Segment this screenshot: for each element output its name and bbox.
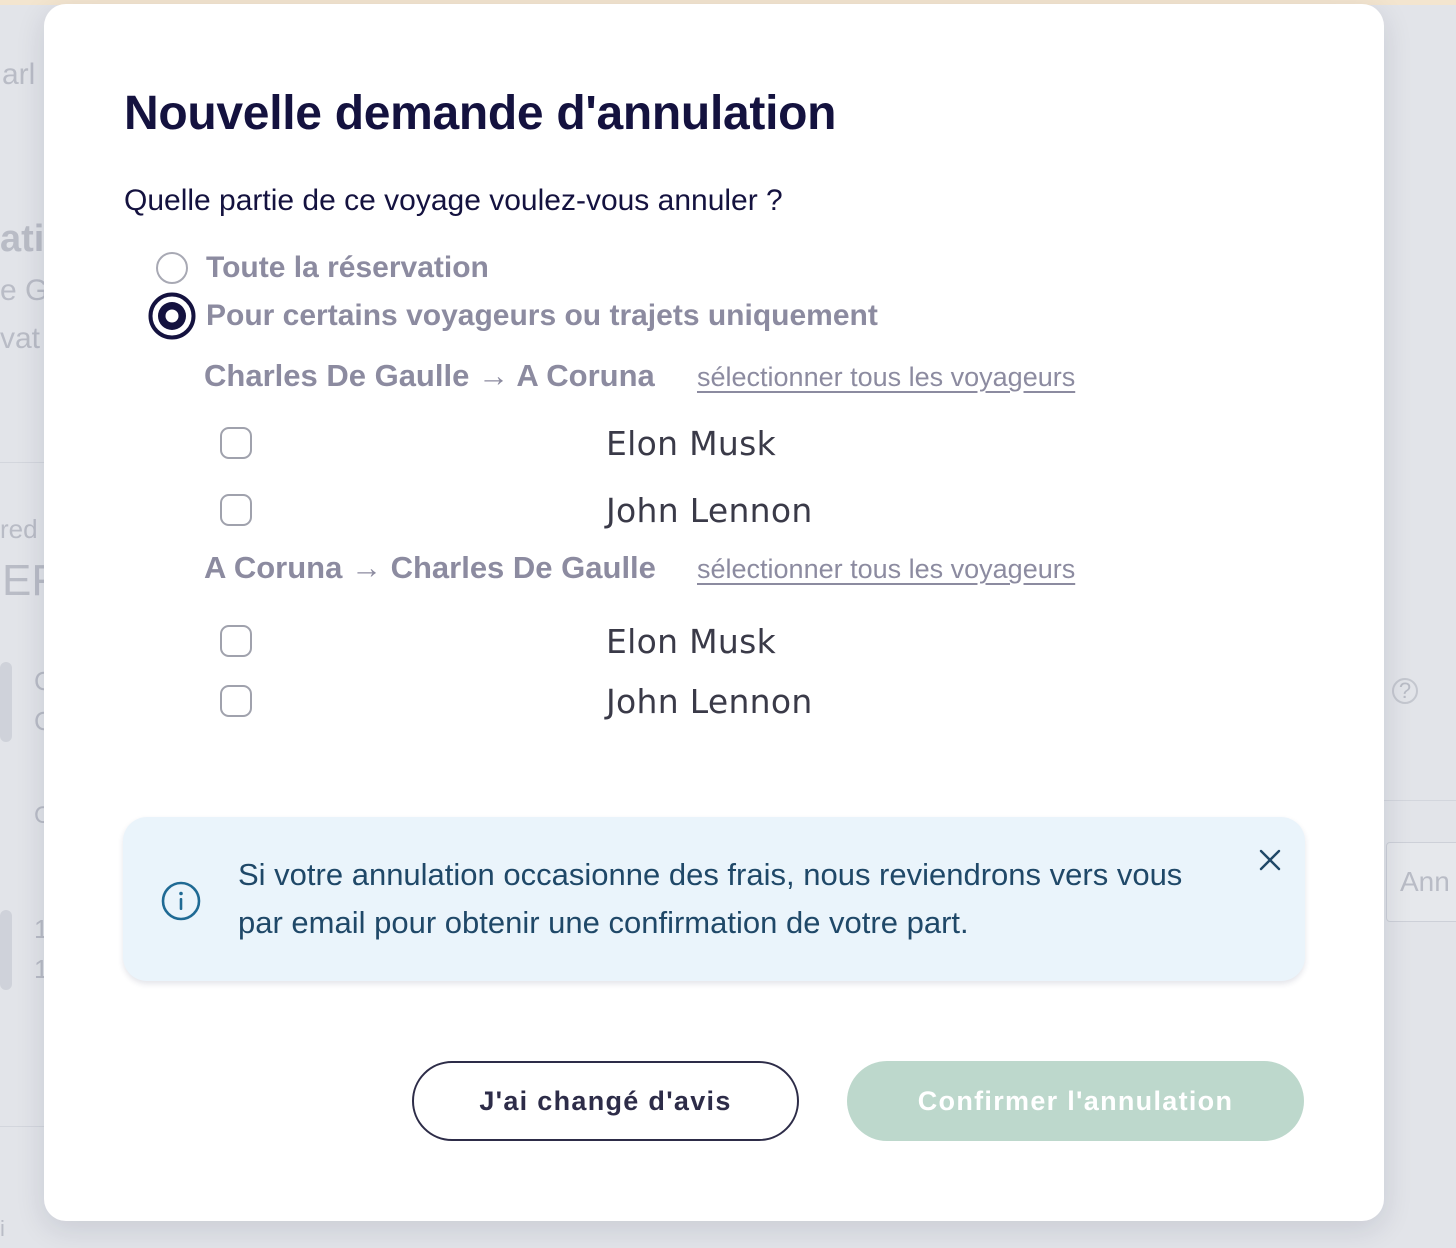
traveller-checkbox[interactable] [220, 494, 252, 526]
option-label: Pour certains voyageurs ou trajets uniqu… [206, 299, 878, 332]
bg-text: Ann [1400, 866, 1450, 897]
traveller-name: Elon Musk [606, 621, 777, 661]
traveller-name: Elon Musk [606, 423, 777, 463]
select-all-travellers-link[interactable]: sélectionner tous les voyageurs [697, 554, 1075, 585]
traveller-name: John Lennon [606, 681, 813, 721]
bg-divider [1384, 800, 1456, 801]
info-message: Si votre annulation occasionne des frais… [238, 851, 1268, 947]
traveller-checkbox[interactable] [220, 427, 252, 459]
confirm-cancellation-button[interactable]: Confirmer l'annulation [847, 1061, 1304, 1141]
bg-card [0, 910, 12, 990]
radio-selected-icon[interactable] [148, 292, 196, 340]
bg-text: e G [0, 274, 49, 307]
traveller-row: Elon Musk [220, 616, 920, 666]
changed-my-mind-button[interactable]: J'ai changé d'avis [412, 1061, 799, 1141]
route-title: Charles De Gaulle → A Coruna [204, 358, 655, 393]
traveller-checkbox[interactable] [220, 625, 252, 657]
info-banner: Si votre annulation occasionne des frais… [123, 817, 1305, 981]
bg-text: arl [2, 58, 36, 91]
option-partial-booking[interactable]: Pour certains voyageurs ou trajets uniqu… [148, 292, 878, 340]
bg-divider [0, 1126, 44, 1127]
route-title: A Coruna → Charles De Gaulle [204, 550, 656, 585]
bg-card [0, 662, 12, 742]
route-return: A Coruna → Charles De Gaulle sélectionne… [204, 550, 1075, 586]
bg-text: red [0, 514, 38, 544]
bg-text: ati [0, 218, 45, 260]
modal-title: Nouvelle demande d'annulation [124, 87, 837, 140]
traveller-name: John Lennon [606, 490, 813, 530]
traveller-row: Elon Musk [220, 418, 920, 468]
close-icon[interactable] [1257, 847, 1283, 873]
option-label: Toute la réservation [206, 251, 489, 284]
traveller-checkbox[interactable] [220, 685, 252, 717]
select-all-travellers-link[interactable]: sélectionner tous les voyageurs [697, 362, 1075, 393]
info-circle-icon [161, 881, 201, 921]
bg-text: i [0, 1216, 5, 1241]
bg-divider [0, 462, 44, 463]
cancellation-modal: Nouvelle demande d'annulation Quelle par… [44, 4, 1384, 1221]
traveller-row: John Lennon [220, 676, 920, 726]
cancellation-question: Quelle partie de ce voyage voulez-vous a… [124, 184, 783, 217]
bg-text: vat [0, 322, 41, 355]
bg-help-icon: ? [1392, 678, 1418, 704]
route-outbound: Charles De Gaulle → A Coruna sélectionne… [204, 358, 1075, 394]
info-line: Si votre annulation occasionne des frais… [238, 857, 1183, 892]
info-line: par email pour obtenir une confirmation … [238, 905, 969, 940]
option-entire-booking[interactable]: Toute la réservation [148, 244, 489, 292]
traveller-row: John Lennon [220, 485, 920, 535]
radio-unselected-icon[interactable] [148, 244, 196, 292]
